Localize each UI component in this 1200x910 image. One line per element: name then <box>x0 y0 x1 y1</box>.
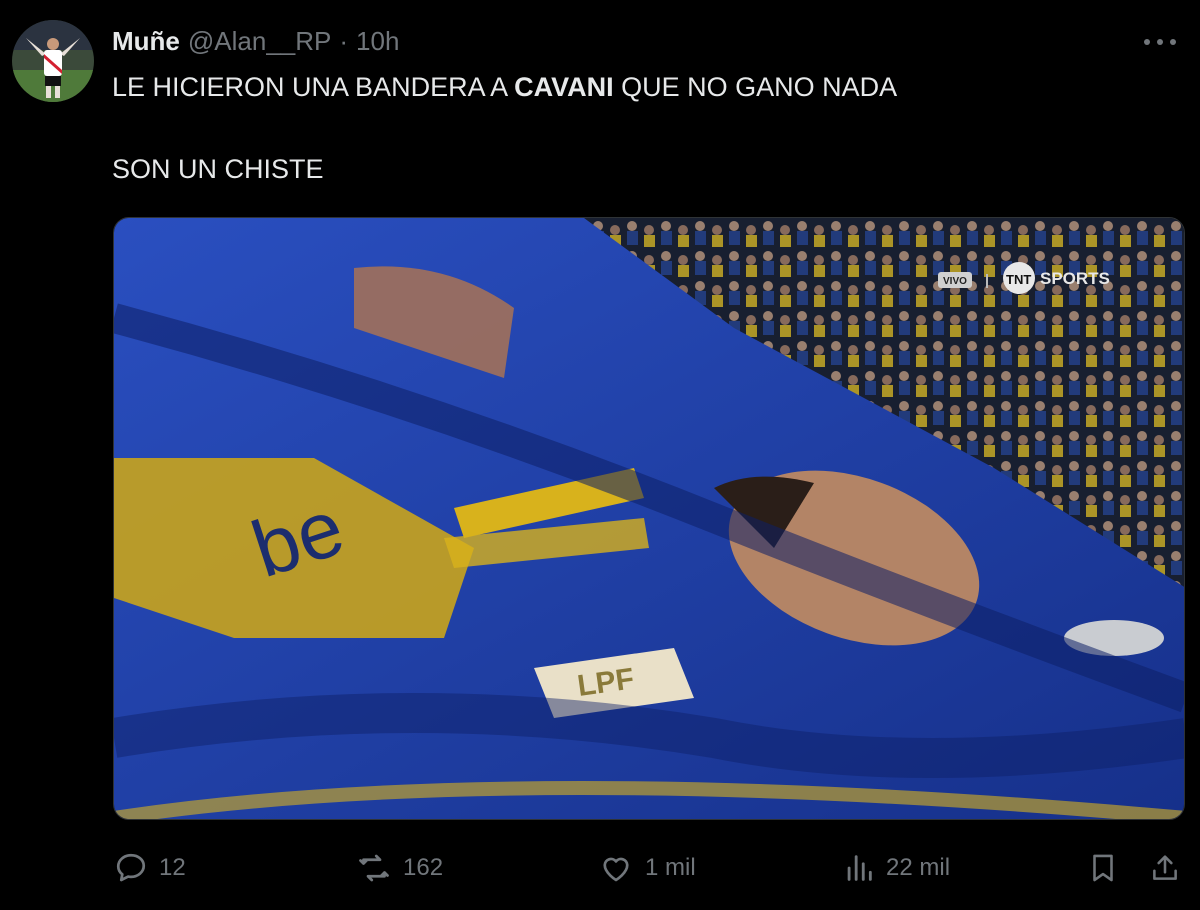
views-button[interactable]: 22 mil <box>842 846 950 890</box>
share-icon <box>1153 855 1177 880</box>
live-badge-text: VIVO <box>943 276 967 287</box>
author-name[interactable]: Muñe <box>112 26 180 57</box>
broadcaster-text: SPORTS <box>1040 269 1110 288</box>
broadcast-divider <box>986 274 988 288</box>
views-count: 22 mil <box>886 854 951 881</box>
more-options-button[interactable] <box>1140 30 1180 54</box>
share-button[interactable] <box>1148 846 1182 890</box>
more-icon <box>1144 39 1176 45</box>
repost-button[interactable]: 162 <box>355 846 443 890</box>
like-icon <box>603 857 629 882</box>
tweet-bold-word: CAVANI <box>514 72 614 102</box>
tweet-text: LE HICIERON UNA BANDERA A CAVANI QUE NO … <box>112 70 897 186</box>
tweet-header: Muñe @Alan__RP · 10h <box>112 26 399 56</box>
avatar[interactable] <box>12 20 94 102</box>
author-handle[interactable]: @Alan__RP <box>188 26 331 57</box>
tweet-media-image[interactable]: be LPF VIVO TNT SPORTS <box>113 217 1185 820</box>
tweet-text-part: QUE NO GANO NADA <box>613 72 898 102</box>
bookmark-icon <box>1093 854 1113 882</box>
like-count: 1 mil <box>645 854 696 881</box>
reply-count: 12 <box>159 854 186 881</box>
bookmark-button[interactable] <box>1086 846 1120 890</box>
tweet-line-2: SON UN CHISTE <box>112 154 324 184</box>
tweet-line-1: LE HICIERON UNA BANDERA A CAVANI QUE NO … <box>112 70 897 104</box>
reply-icon <box>116 853 146 882</box>
separator-dot: · <box>339 25 349 56</box>
tnt-logo-text: TNT <box>1006 272 1031 287</box>
tweet-action-bar: 12 162 1 mil 22 mil <box>0 840 1200 896</box>
like-button[interactable]: 1 mil <box>597 846 696 890</box>
views-icon <box>847 855 872 881</box>
repost-icon <box>359 854 389 882</box>
reply-button[interactable]: 12 <box>113 846 186 890</box>
tweet-text-part: LE HICIERON UNA BANDERA A <box>112 72 515 102</box>
repost-count: 162 <box>403 854 444 881</box>
tweet-timestamp[interactable]: 10h <box>356 26 399 57</box>
